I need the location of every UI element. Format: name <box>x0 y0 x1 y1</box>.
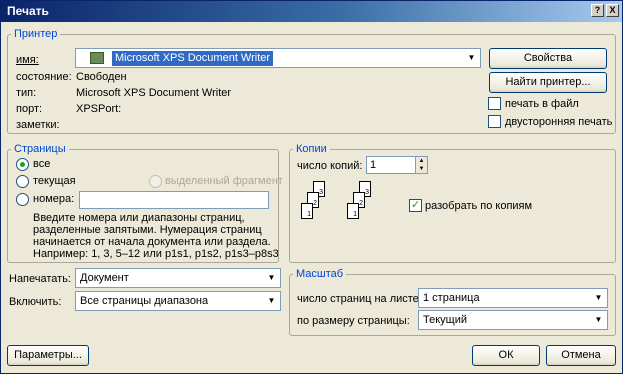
chevron-down-icon[interactable]: ▼ <box>591 312 606 328</box>
spin-up-icon[interactable]: ▲ <box>415 157 427 165</box>
print-what-select[interactable]: Документ ▼ <box>75 268 281 288</box>
title-bar: Печать ? X <box>1 1 622 22</box>
properties-button[interactable]: Свойства <box>489 48 607 69</box>
pages-numbers-radio[interactable] <box>16 193 29 206</box>
scale-label: по размеру страницы: <box>297 315 410 327</box>
type-label: тип: <box>16 87 37 99</box>
print-what-value: Документ <box>80 272 129 284</box>
close-button[interactable]: X <box>606 4 619 17</box>
chevron-down-icon[interactable]: ▼ <box>464 50 479 66</box>
pages-selection-label: выделенный фрагмент <box>165 175 283 187</box>
printer-select[interactable]: Microsoft XPS Document Writer ▼ <box>75 48 481 68</box>
printer-name-label: имя: <box>16 54 39 66</box>
collate-pages-illustration-1: 3 2 1 <box>299 181 335 227</box>
port-label: порт: <box>16 103 43 115</box>
include-label: Включить: <box>9 296 62 308</box>
page-1-icon: 1 <box>347 203 359 219</box>
cancel-button[interactable]: Отмена <box>546 345 616 366</box>
pages-all-label[interactable]: все <box>33 158 50 170</box>
pages-current-label[interactable]: текущая <box>33 175 76 187</box>
options-button[interactable]: Параметры... <box>7 345 89 366</box>
chevron-down-icon[interactable]: ▼ <box>264 270 279 286</box>
pages-per-sheet-value: 1 страница <box>423 292 480 304</box>
copies-spinner[interactable]: 1 ▲ ▼ <box>366 156 428 174</box>
type-value: Microsoft XPS Document Writer <box>76 87 232 99</box>
include-select[interactable]: Все страницы диапазона ▼ <box>75 291 281 311</box>
print-what-label: Напечатать: <box>9 273 71 285</box>
ok-button[interactable]: ОК <box>472 345 540 366</box>
pages-help-line-4: Например: 1, 3, 5–12 или p1s1, p1s2, p1s… <box>33 248 279 260</box>
port-value: XPSPort: <box>76 103 122 115</box>
help-button[interactable]: ? <box>591 4 604 17</box>
zoom-group-label: Масштаб <box>293 268 347 280</box>
copies-spinner-value: 1 <box>370 159 377 171</box>
pages-help-line-1: Введите номера или диапазоны страниц, <box>33 212 245 224</box>
duplex-label[interactable]: двусторонняя печать <box>505 116 612 128</box>
spin-down-icon[interactable]: ▼ <box>415 165 427 173</box>
scale-value: Текущий <box>423 314 467 326</box>
copies-count-label: число копий: <box>297 160 363 172</box>
copies-group-label: Копии <box>293 143 330 155</box>
pages-help-line-3: начинается от начала документа или разде… <box>33 236 271 248</box>
scale-select[interactable]: Текущий ▼ <box>418 310 608 330</box>
pages-group-label: Страницы <box>11 143 69 155</box>
include-value: Все страницы диапазона <box>80 295 209 307</box>
page-1-icon: 1 <box>301 203 313 219</box>
notes-label: заметки: <box>16 119 60 131</box>
status-label: состояние: <box>16 71 72 83</box>
pages-numbers-label[interactable]: номера: <box>33 193 74 205</box>
chevron-down-icon[interactable]: ▼ <box>264 293 279 309</box>
collate-checkbox[interactable] <box>409 198 422 212</box>
print-to-file-label[interactable]: печать в файл <box>505 98 579 110</box>
window-title: Печать <box>7 4 49 18</box>
chevron-down-icon[interactable]: ▼ <box>591 290 606 306</box>
pages-selection-radio[interactable] <box>149 175 162 188</box>
duplex-checkbox[interactable] <box>488 115 501 128</box>
pages-per-sheet-label: число страниц на листе: <box>297 293 422 305</box>
pages-all-radio[interactable] <box>16 158 29 171</box>
pages-per-sheet-select[interactable]: 1 страница ▼ <box>418 288 608 308</box>
printer-group-label: Принтер <box>11 28 61 40</box>
pages-current-radio[interactable] <box>16 175 29 188</box>
print-to-file-checkbox[interactable] <box>488 97 501 110</box>
pages-help-line-2: разделенные запятыми. Нумерация страниц <box>33 224 262 236</box>
status-value: Свободен <box>76 71 127 83</box>
collate-label[interactable]: разобрать по копиям <box>425 200 532 212</box>
printer-icon <box>90 52 104 64</box>
printer-select-value: Microsoft XPS Document Writer <box>112 51 274 66</box>
print-dialog: Печать ? X Принтер имя: Microsoft XPS Do… <box>0 0 623 374</box>
find-printer-button[interactable]: Найти принтер... <box>489 72 607 93</box>
collate-pages-illustration-2: 3 2 1 <box>345 181 381 227</box>
page-numbers-input[interactable] <box>79 191 269 209</box>
